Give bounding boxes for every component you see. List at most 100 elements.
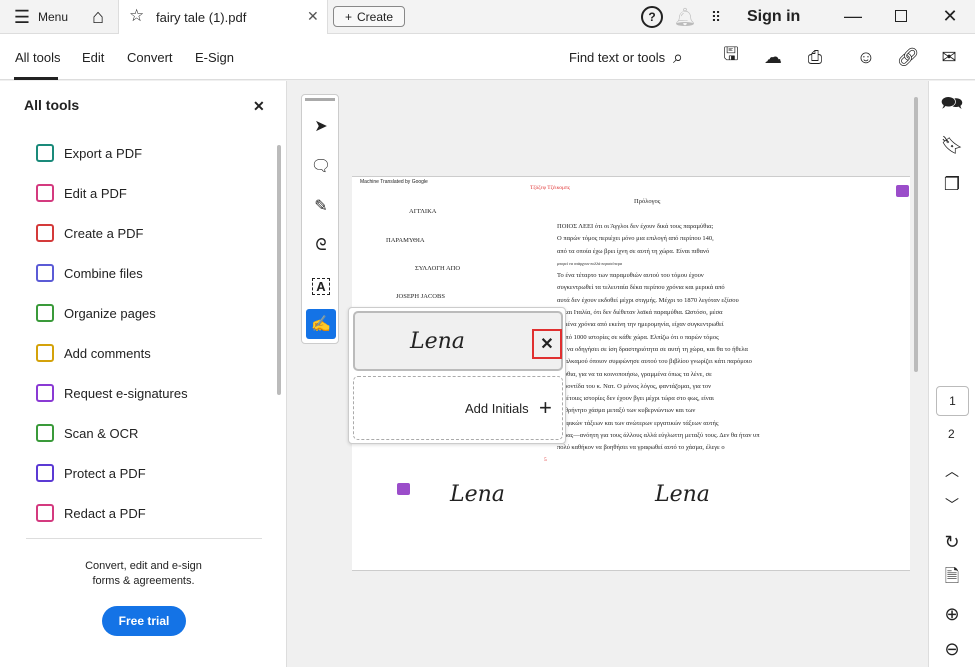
tab-convert[interactable]: Convert (127, 50, 173, 65)
find-text-tools[interactable]: Find text or tools (569, 50, 665, 65)
doc-text-line: α από 1000 ιστορίες σε κάθε χώρα. Ελπίζω… (557, 333, 719, 341)
apps-grid-icon[interactable]: ⠿ (705, 6, 727, 28)
doc-text-line: Το ένα τέταρτο των παραμυθιών αυτού του … (557, 272, 704, 280)
notification-bell-icon[interactable]: 🔔︎ (674, 6, 697, 28)
doc-text-line: αμύθια, για να τα κοινοποιήσω, γραμμένα … (557, 370, 712, 378)
share-user-icon[interactable]: ☺ (855, 46, 877, 68)
doc-text-line: Ο παρών τόμος περιέχει μόνο μια επιλογή … (557, 235, 714, 243)
add-initials-button[interactable]: Add Initials + (353, 376, 563, 440)
doc-title-line: ΠΑΡΑΜΥΘΙΑ (386, 237, 425, 244)
close-tab-icon[interactable]: ✕ (307, 8, 319, 25)
tool-icon (36, 344, 54, 362)
machine-translated-label: Machine Translated by Google (360, 179, 428, 185)
bookmarks-icon[interactable]: 🔖︎ (941, 134, 964, 156)
sign-in-button[interactable]: Sign in (747, 8, 800, 26)
free-trial-button[interactable]: Free trial (102, 606, 186, 636)
placed-signature[interactable]: Lena (655, 482, 710, 507)
minimize-icon[interactable]: — (843, 6, 863, 26)
placed-signature[interactable]: Lena (450, 482, 505, 507)
add-comment-icon[interactable]: 🗨︎ (306, 151, 336, 181)
promo-text: Convert, edit and e-sign (85, 560, 202, 572)
tool-icon (36, 224, 54, 242)
rotate-icon[interactable]: ↻ (941, 531, 963, 553)
tool-icon (36, 144, 54, 162)
saved-signature[interactable]: Lena ✕ (353, 311, 563, 371)
sidebar-item[interactable]: Protect a PDF (36, 461, 146, 485)
highlight-pen-icon[interactable]: ✎ (306, 191, 336, 221)
star-icon[interactable]: ☆ (129, 6, 144, 26)
doc-text-line: από τα οποία έχω βρει ίχνη σε αυτή τη χώ… (557, 247, 710, 255)
print-icon[interactable]: ⎙ (804, 46, 826, 68)
link-icon[interactable]: 🔗︎ (897, 46, 920, 68)
sidebar-item[interactable]: Redact a PDF (36, 501, 146, 525)
zoom-in-icon[interactable]: ⊕ (941, 603, 963, 625)
doc-title-line: JOSEPH JACOBS (396, 293, 445, 300)
doc-text-line: ραί να οδηγήσει σε ίση δραστηριότητα σε … (557, 345, 748, 353)
document-tab[interactable]: ☆ fairy tale (1).pdf ✕ (118, 0, 328, 34)
chevron-up-icon[interactable]: ︿ (941, 460, 963, 482)
sidebar-item[interactable]: Edit a PDF (36, 181, 127, 205)
pages-thumbnails-icon[interactable]: ❐ (941, 173, 963, 195)
draw-freehand-icon[interactable]: ᘓ (306, 231, 336, 261)
comment-icon[interactable] (397, 483, 410, 495)
tool-icon (36, 424, 54, 442)
doc-text-line: ία και Ιταλία, ότι δεν διέθεταν λαϊκά πα… (557, 309, 723, 317)
sidebar-item[interactable]: Add comments (36, 341, 151, 365)
doc-text-line: ίω αλκαμού όποιον συμφώνησε αυτού του βι… (557, 358, 752, 366)
promo-text-2: forms & agreements. (92, 575, 195, 587)
tool-icon (36, 184, 54, 202)
email-icon[interactable]: ✉ (938, 46, 960, 68)
sidebar-item-label: Create a PDF (64, 225, 144, 241)
doc-text-line: πολύ καθήκον να βοηθήσει να γραφωθεί αυτ… (557, 444, 725, 452)
tab-edit[interactable]: Edit (82, 50, 104, 65)
title-bar: ☰ Menu ⌂ ☆ fairy tale (1).pdf ✕ + Create … (0, 0, 975, 34)
drag-handle[interactable] (305, 98, 335, 101)
panel-scrollbar[interactable] (277, 145, 281, 395)
sidebar-item[interactable]: Organize pages (36, 301, 156, 325)
extract-page-icon[interactable]: 🗎 (941, 566, 963, 590)
home-icon[interactable]: ⌂ (86, 6, 110, 28)
delete-signature-button[interactable]: ✕ (532, 329, 562, 359)
sidebar-item[interactable]: Create a PDF (36, 221, 143, 245)
right-rail: 🗪 🔖︎ ❐ 1 2 ︿ ﹀ ↻ 🗎 ⊕ ⊖ (928, 81, 975, 667)
plus-icon: + (344, 9, 352, 24)
maximize-icon[interactable] (895, 10, 907, 22)
create-button[interactable]: + Create (333, 6, 405, 27)
sidebar-item[interactable]: Combine files (36, 261, 143, 285)
menu-label[interactable]: Menu (38, 10, 68, 24)
sidebar-item[interactable]: Export a PDF (36, 141, 142, 165)
tab-e-sign[interactable]: E-Sign (195, 50, 234, 65)
comment-icon[interactable] (896, 185, 909, 197)
add-text-icon[interactable]: A (306, 271, 336, 301)
viewer-scrollbar[interactable] (914, 97, 918, 372)
close-panel-icon[interactable]: ✕ (253, 98, 265, 115)
comments-icon[interactable]: 🗪 (941, 93, 963, 117)
doc-text-line: ξιοθρήνητο χάσμα μεταξύ των κυβερνώντων … (557, 407, 696, 415)
doc-text-line: ασμένα χρόνια από εκείνη την ημερομηνία,… (557, 321, 724, 329)
chevron-down-icon[interactable]: ﹀ (941, 494, 963, 516)
tab-all-tools[interactable]: All tools (15, 50, 61, 65)
upload-cloud-icon[interactable]: ☁ (762, 46, 784, 68)
help-icon[interactable]: ? (641, 6, 663, 28)
page-number-mark: 5 (544, 457, 547, 463)
zoom-out-icon[interactable]: ⊖ (941, 638, 963, 660)
save-icon[interactable]: 🖫 (720, 44, 742, 68)
preface-heading: Πρόλογος (634, 198, 661, 205)
signature-popup: Lena ✕ Add Initials + (348, 307, 566, 444)
doc-text-line: συγκεντρωθεί τα τελευταία δέκα περίπου χ… (557, 284, 725, 292)
search-icon[interactable]: ⌕ (667, 46, 689, 68)
doc-text-line: γραφικών τάξεων και των ανώτερων εργατικ… (557, 419, 719, 427)
sidebar-item[interactable]: Scan & OCR (36, 421, 138, 445)
sidebar-item-label: Combine files (64, 265, 143, 281)
close-window-icon[interactable]: ✕ (940, 6, 960, 26)
tool-icon (36, 384, 54, 402)
next-page-number[interactable]: 2 (948, 427, 955, 441)
menu-icon[interactable]: ☰ (12, 7, 32, 27)
quick-tools-bar: ➤ 🗨︎ ✎ ᘓ A ✍ (301, 94, 339, 344)
current-page[interactable]: 1 (936, 386, 969, 416)
doc-text-line: ΠΟΙΟΣ ΛΕΕΙ ότι οι Άγγλοι δεν έχουν δικά … (557, 223, 714, 230)
signature-preview: Lena (410, 329, 465, 354)
sign-tool-icon[interactable]: ✍ (306, 309, 336, 339)
sidebar-item[interactable]: Request e-signatures (36, 381, 188, 405)
select-cursor-icon[interactable]: ➤ (306, 111, 336, 141)
